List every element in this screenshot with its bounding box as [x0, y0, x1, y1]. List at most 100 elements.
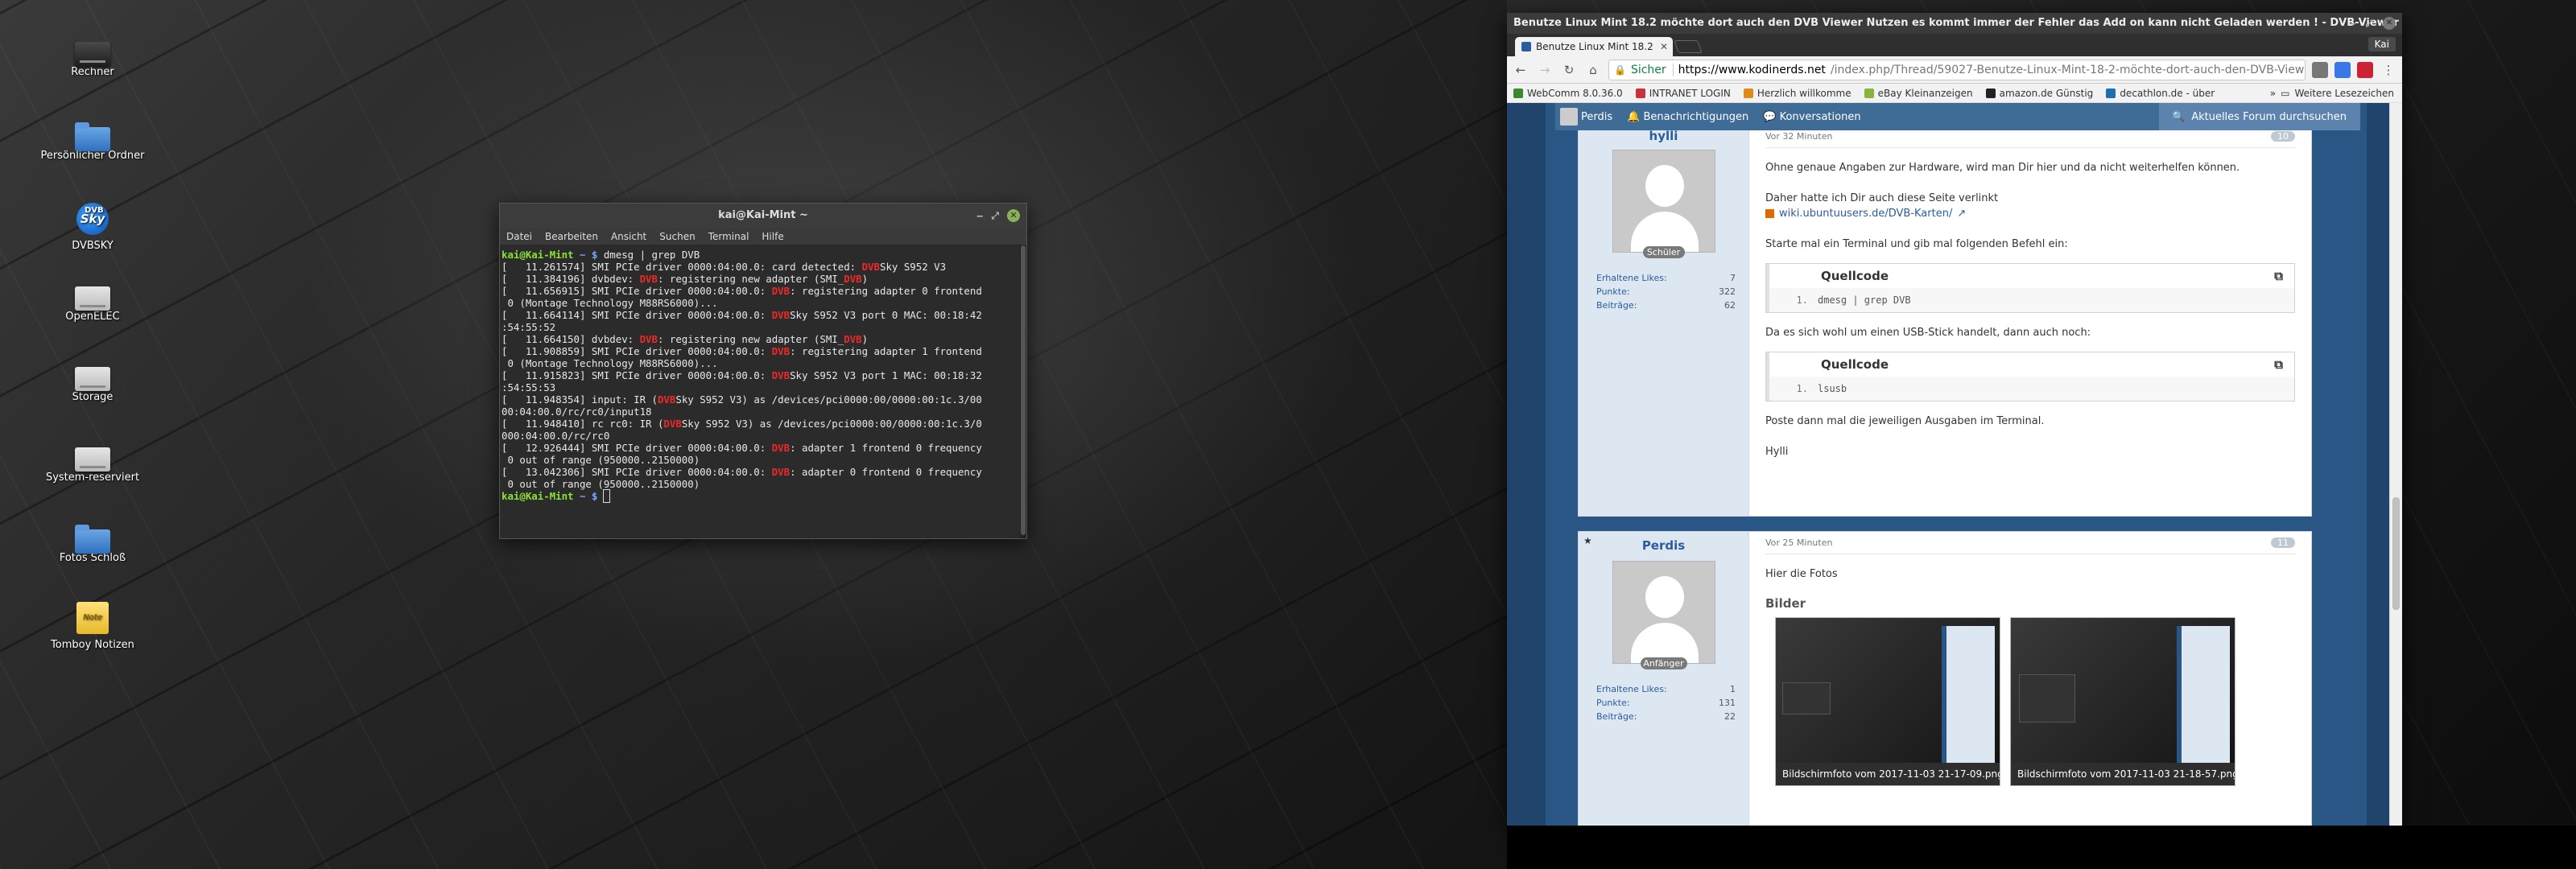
wiki-link[interactable]: wiki.ubuntuusers.de/DVB-Karten/↗: [1765, 208, 1966, 220]
minimize-icon[interactable]: ‒: [2349, 13, 2355, 34]
bookmark-item[interactable]: WebComm 8.0.36.0: [1513, 88, 1623, 99]
menu-suchen[interactable]: Suchen: [659, 231, 695, 242]
post-number-badge[interactable]: 10: [2271, 131, 2295, 142]
scrollbar-thumb[interactable]: [2392, 497, 2400, 610]
bookmark-item[interactable]: decathlon.de - über: [2106, 88, 2215, 99]
menu-terminal[interactable]: Terminal: [708, 231, 749, 242]
search-icon: 🔍: [2172, 110, 2186, 123]
match-highlight: DVB: [771, 369, 791, 381]
post-time[interactable]: Vor 25 Minuten: [1765, 537, 1832, 548]
desktop-icon-label: DVBSKY: [72, 240, 114, 252]
post-number-badge[interactable]: 11: [2271, 537, 2295, 548]
maximize-icon[interactable]: ⤢: [2365, 13, 2373, 34]
extension-icon[interactable]: [2312, 61, 2328, 78]
menu-datei[interactable]: Datei: [506, 231, 532, 242]
chevron-double-right-icon[interactable]: »: [2270, 88, 2276, 99]
forum-post: ★ Perdis Anfänger Erhaltene Likes: 1 Punk…: [1578, 531, 2312, 826]
new-tab-button[interactable]: [1674, 40, 1703, 53]
page-viewport[interactable]: Perdis 🔔 Benachrichtigungen 💬 Konversati…: [1507, 103, 2402, 826]
post-author-panel: hylli Schüler Erhaltene Likes: 7 Punkte: 3…: [1579, 129, 1749, 516]
other-bookmarks[interactable]: » ▭ Weitere Lesezeichen: [2270, 88, 2402, 99]
output-text: ): [861, 273, 869, 285]
computer-icon: [75, 42, 110, 66]
output-text: [ 13.042306] SMI PCIe driver 0000:04:00.…: [502, 466, 772, 478]
image-attachment[interactable]: Bildschirmfoto vom 2017-11-03 21-18-57.p…: [2010, 617, 2235, 786]
output-text: 0 (Montage Technology M88RS6000)...: [502, 357, 718, 369]
notifications-link[interactable]: 🔔 Benachrichtigungen: [1627, 111, 1748, 123]
terminal-output[interactable]: kai@Kai-Mint ~ $ dmesg | grep DVB[ 11.26…: [500, 245, 1026, 535]
desktop-icon-rechner[interactable]: Rechner: [32, 37, 153, 78]
menu-hilfe[interactable]: Hilfe: [762, 231, 783, 242]
post-author-name[interactable]: hylli: [1579, 129, 1748, 143]
extension-icon[interactable]: [2357, 61, 2373, 78]
output-text: 000:04:00.0/rc/rc0: [502, 430, 610, 442]
post-author-name[interactable]: Perdis: [1579, 538, 1748, 553]
terminal-titlebar[interactable]: kai@Kai-Mint ~ ‒ ⤢ ✕: [500, 204, 1026, 228]
reload-icon[interactable]: ↻: [1560, 61, 1578, 79]
desktop-icon-openelec[interactable]: OpenELEC: [32, 282, 153, 323]
desktop-icon-dvbsky[interactable]: DVB Sky DVBSKY: [32, 203, 153, 252]
menu-dots-icon[interactable]: ⋮: [2380, 61, 2397, 79]
post-time[interactable]: Vor 32 Minuten: [1765, 131, 1832, 142]
drive-icon: [75, 447, 110, 472]
avatar[interactable]: [1612, 561, 1715, 664]
output-text: [ 11.261574] SMI PCIe driver 0000:04:00.…: [502, 261, 862, 273]
match-highlight: DVB: [639, 273, 658, 285]
address-bar[interactable]: 🔒 Sicher https://www.kodinerds.net/index…: [1608, 59, 2306, 80]
terminal-output-line: [ 11.664150] dvbdev: DVB: registering ne…: [502, 333, 1023, 345]
stat-row: Punkte: 131: [1596, 698, 1736, 708]
home-icon[interactable]: ⌂: [1584, 61, 1602, 79]
menu-ansicht[interactable]: Ansicht: [611, 231, 646, 242]
browser-window[interactable]: Benutze Linux Mint 18.2 möchte dort auch…: [1507, 13, 2402, 826]
rank-badge: Schüler: [1642, 246, 1685, 258]
forward-arrow-icon[interactable]: →: [1536, 61, 1554, 79]
bookmark-item[interactable]: amazon.de Günstig: [1985, 88, 2093, 99]
terminal-scrollbar[interactable]: [1020, 245, 1026, 538]
avatar[interactable]: [1560, 108, 1578, 126]
bell-icon: 🔔: [1627, 110, 1641, 123]
bookmark-item[interactable]: INTRANET LOGIN: [1635, 88, 1731, 99]
stat-row: Punkte: 322: [1596, 286, 1736, 297]
extension-icon[interactable]: [2334, 61, 2351, 78]
page-scrollbar[interactable]: [2389, 103, 2402, 826]
tab-active[interactable]: Benutze Linux Mint 18.2 ✕: [1515, 37, 1673, 56]
code-line[interactable]: 1. dmesg | grep DVB: [1766, 288, 2294, 312]
desktop-icon-storage[interactable]: Storage: [32, 362, 153, 403]
output-text: [ 11.664114] SMI PCIe driver 0000:04:00.…: [502, 309, 772, 321]
terminal-output-line: [ 13.042306] SMI PCIe driver 0000:04:00.…: [502, 466, 1023, 478]
terminal-window[interactable]: kai@Kai-Mint ~ ‒ ⤢ ✕ Datei Bearbeiten An…: [499, 203, 1027, 539]
profile-button[interactable]: Kai: [2368, 37, 2396, 51]
rank-badge: Anfänger: [1640, 657, 1687, 669]
bookmark-item[interactable]: Herzlich willkomme: [1743, 88, 1852, 99]
terminal-output-line: 0 out of range (950000..2150000): [502, 454, 1023, 466]
terminal-output-line: :54:55:53: [502, 381, 1023, 393]
user-menu[interactable]: Perdis: [1581, 111, 1612, 123]
match-highlight: DVB: [663, 418, 682, 430]
copy-icon[interactable]: ⧉: [2274, 357, 2283, 372]
minimize-icon[interactable]: ‒: [976, 204, 983, 228]
avatar[interactable]: [1612, 150, 1715, 253]
bookmark-item[interactable]: eBay Kleinanzeigen: [1864, 88, 1973, 99]
desktop-icon-home[interactable]: Persönlicher Ordner: [32, 121, 153, 162]
home-folder-icon: [75, 122, 110, 151]
desktop-icon-fotos[interactable]: Fotos Schloß: [32, 523, 153, 564]
desktop-icon-label: Storage: [72, 391, 114, 403]
menu-bearbeiten[interactable]: Bearbeiten: [545, 231, 598, 242]
match-highlight: DVB: [844, 333, 862, 345]
conversations-link[interactable]: 💬 Konversationen: [1763, 111, 1860, 123]
tab-close-icon[interactable]: ✕: [1660, 37, 1668, 56]
close-icon[interactable]: ✕: [2383, 17, 2396, 30]
browser-titlebar[interactable]: Benutze Linux Mint 18.2 möchte dort auch…: [1507, 13, 2402, 34]
desktop-icon-label: Fotos Schloß: [59, 552, 126, 564]
match-highlight: DVB: [861, 261, 880, 273]
code-line[interactable]: 1. lsusb: [1766, 377, 2294, 401]
close-icon[interactable]: ✕: [1007, 209, 1020, 222]
copy-icon[interactable]: ⧉: [2274, 269, 2283, 283]
desktop-icon-tomboy[interactable]: Note Tomboy Notizen: [32, 602, 153, 651]
image-attachment[interactable]: Bildschirmfoto vom 2017-11-03 21-17-09.p…: [1775, 617, 2000, 786]
terminal-output-line: [ 11.384196] dvbdev: DVB: registering ne…: [502, 273, 1023, 285]
maximize-icon[interactable]: ⤢: [991, 204, 999, 228]
back-arrow-icon[interactable]: ←: [1512, 61, 1530, 79]
desktop-icon-system-reserved[interactable]: System-reserviert: [32, 443, 153, 484]
external-link-icon: ↗: [1957, 208, 1967, 220]
